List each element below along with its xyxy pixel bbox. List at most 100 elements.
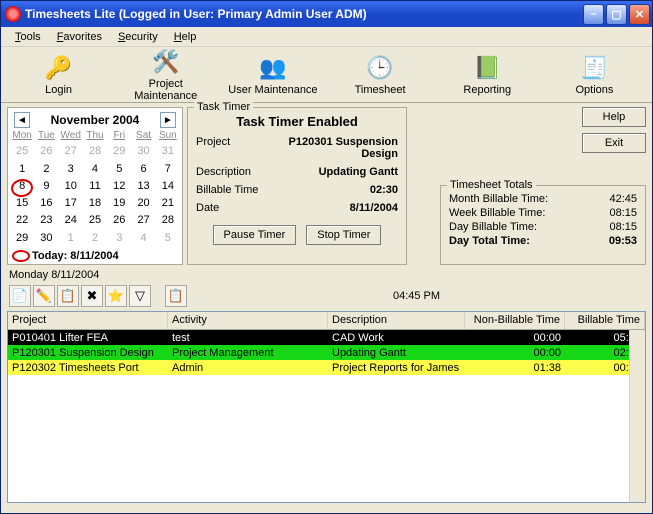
cal-day[interactable]: 9	[34, 179, 58, 196]
cal-day[interactable]: 12	[107, 179, 131, 196]
totals-legend: Timesheet Totals	[447, 179, 536, 191]
cal-day[interactable]: 31	[156, 144, 180, 161]
table-row[interactable]: P120301 Suspension DesignProject Managem…	[8, 345, 645, 360]
timer-row: Billable Time02:30	[196, 181, 398, 199]
close-button[interactable]: ✕	[629, 4, 650, 25]
table-row[interactable]: P010401 Lifter FEAtestCAD Work00:0005:45	[8, 330, 645, 345]
cal-day[interactable]: 5	[156, 231, 180, 248]
cal-dow: Fri	[107, 130, 131, 144]
toolbtn-reporting[interactable]: 📗Reporting	[434, 51, 541, 99]
cal-day[interactable]: 14	[156, 179, 180, 196]
cal-day[interactable]: 4	[83, 162, 107, 179]
cal-day[interactable]: 19	[107, 196, 131, 213]
cal-day[interactable]: 11	[83, 179, 107, 196]
cal-day[interactable]: 4	[131, 231, 155, 248]
cal-day[interactable]: 17	[59, 196, 83, 213]
cal-day[interactable]: 2	[34, 162, 58, 179]
cal-day[interactable]: 23	[34, 213, 58, 230]
cal-day[interactable]: 2	[83, 231, 107, 248]
exit-button[interactable]: Exit	[582, 133, 646, 153]
cal-day[interactable]: 13	[131, 179, 155, 196]
cal-day[interactable]: 5	[107, 162, 131, 179]
app-window: Timesheets Lite (Logged in User: Primary…	[0, 0, 653, 514]
timer-title: Task Timer Enabled	[196, 114, 398, 129]
timesheet-totals-panel: Timesheet Totals Month Billable Time:42:…	[440, 185, 646, 265]
menu-favorites[interactable]: Favorites	[49, 29, 110, 45]
cal-day[interactable]: 27	[131, 213, 155, 230]
cal-day[interactable]: 28	[156, 213, 180, 230]
cal-today-label: Today: 8/11/2004	[32, 250, 119, 262]
toolbtn-login[interactable]: 🔑Login	[5, 51, 112, 99]
cal-today[interactable]: Today: 8/11/2004	[10, 248, 180, 262]
pause-timer-button[interactable]: Pause Timer	[213, 225, 297, 245]
favorite-icon-button[interactable]: ⭐	[105, 285, 127, 307]
toolbtn-project-maintenance[interactable]: 🛠️Project Maintenance	[112, 45, 219, 105]
col-nonbillable[interactable]: Non-Billable Time	[465, 312, 565, 329]
menu-tools[interactable]: Tools	[7, 29, 49, 45]
app-icon	[5, 6, 21, 22]
cal-prev-button[interactable]: ◄	[14, 112, 30, 128]
cal-day[interactable]: 1	[10, 162, 34, 179]
new-icon-button[interactable]: 📄	[9, 285, 31, 307]
edit-icon-button[interactable]: ✏️	[33, 285, 55, 307]
toolbtn-timesheet[interactable]: 🕒Timesheet	[327, 51, 434, 99]
stop-timer-button[interactable]: Stop Timer	[306, 225, 381, 245]
cal-day[interactable]: 30	[34, 231, 58, 248]
grid-scrollbar[interactable]	[629, 330, 645, 502]
maximize-button[interactable]: ▢	[606, 4, 627, 25]
cal-day[interactable]: 1	[59, 231, 83, 248]
cal-day[interactable]: 22	[10, 213, 34, 230]
toolbtn-options[interactable]: 🧾Options	[541, 51, 648, 99]
totals-row: Month Billable Time:42:45	[449, 192, 637, 206]
cal-day[interactable]: 25	[10, 144, 34, 161]
cal-day[interactable]: 10	[59, 179, 83, 196]
cal-day[interactable]: 26	[34, 144, 58, 161]
col-activity[interactable]: Activity	[168, 312, 328, 329]
minimize-button[interactable]: –	[583, 4, 604, 25]
cal-day[interactable]: 27	[59, 144, 83, 161]
cal-day[interactable]: 16	[34, 196, 58, 213]
totals-row: Day Total Time:09:53	[449, 234, 637, 248]
cal-day[interactable]: 18	[83, 196, 107, 213]
cal-day[interactable]: 6	[131, 162, 155, 179]
menubar: ToolsFavoritesSecurityHelp	[1, 27, 652, 47]
cal-day[interactable]: 25	[83, 213, 107, 230]
cal-next-button[interactable]: ►	[160, 112, 176, 128]
timesheet-grid: Project Activity Description Non-Billabl…	[7, 311, 646, 503]
cal-day[interactable]: 26	[107, 213, 131, 230]
cal-day[interactable]: 20	[131, 196, 155, 213]
menu-help[interactable]: Help	[166, 29, 205, 45]
col-description[interactable]: Description	[328, 312, 465, 329]
cal-dow: Mon	[10, 130, 34, 144]
cal-day[interactable]: 3	[59, 162, 83, 179]
table-row[interactable]: P120302 Timesheets PortAdminProject Repo…	[8, 360, 645, 375]
options-icon: 🧾	[580, 54, 608, 82]
cal-day[interactable]: 24	[59, 213, 83, 230]
project-maintenance-icon: 🛠️	[152, 48, 180, 76]
cal-day[interactable]: 21	[156, 196, 180, 213]
col-billable[interactable]: Billable Time	[565, 312, 645, 329]
cal-day[interactable]: 29	[10, 231, 34, 248]
cal-day[interactable]: 30	[131, 144, 155, 161]
cal-day[interactable]: 7	[156, 162, 180, 179]
clock-label: 04:45 PM	[189, 290, 644, 302]
cal-day[interactable]: 15	[10, 196, 34, 213]
cal-day[interactable]: 28	[83, 144, 107, 161]
timer-legend: Task Timer	[194, 101, 253, 113]
cal-day[interactable]: 3	[107, 231, 131, 248]
toolbtn-user-maintenance[interactable]: 👥User Maintenance	[219, 51, 326, 99]
delete-icon-button[interactable]: ✖	[81, 285, 103, 307]
timer-row: Date8/11/2004	[196, 199, 398, 217]
day-label: Monday 8/11/2004	[1, 267, 652, 281]
filter-icon-button[interactable]: ▽	[129, 285, 151, 307]
menu-security[interactable]: Security	[110, 29, 166, 45]
help-button[interactable]: Help	[582, 107, 646, 127]
cal-dow: Sat	[131, 130, 155, 144]
calendar: ◄ November 2004 ► MonTueWedThuFriSatSun2…	[7, 107, 183, 265]
cal-dow: Tue	[34, 130, 58, 144]
cal-day[interactable]: 8	[10, 179, 34, 196]
copy-icon-button[interactable]: 📋	[57, 285, 79, 307]
report-icon-button[interactable]: 📋	[165, 285, 187, 307]
cal-day[interactable]: 29	[107, 144, 131, 161]
col-project[interactable]: Project	[8, 312, 168, 329]
